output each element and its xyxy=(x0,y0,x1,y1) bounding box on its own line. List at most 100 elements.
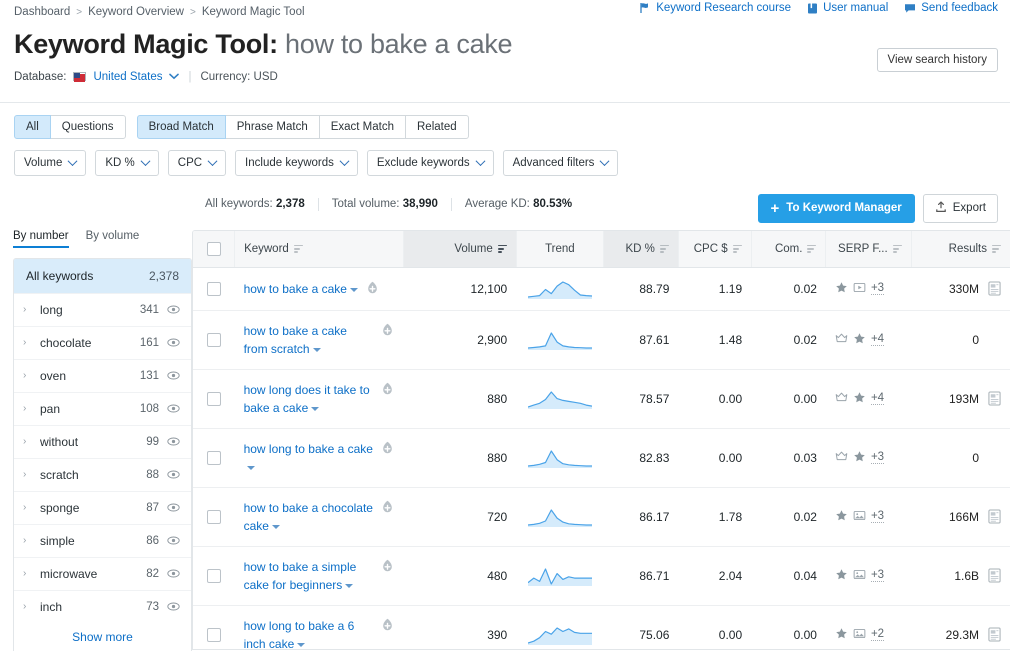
keyword-link[interactable]: how long does it take to bake a cake xyxy=(244,381,373,417)
send-feedback-link[interactable]: Send feedback xyxy=(904,2,998,14)
export-button[interactable]: Export xyxy=(922,193,998,223)
serp-more-link[interactable]: +3 xyxy=(870,510,885,524)
column-kd-label: KD % xyxy=(625,242,655,255)
eye-icon[interactable] xyxy=(167,369,180,382)
add-keyword-icon[interactable] xyxy=(380,323,395,338)
tab-exact-match[interactable]: Exact Match xyxy=(318,114,406,139)
eye-icon[interactable] xyxy=(167,600,180,613)
sidebar-item-pan[interactable]: › pan 108 xyxy=(14,391,191,425)
serp-more-link[interactable]: +4 xyxy=(870,333,885,347)
column-serp-features[interactable]: SERP F... xyxy=(825,230,912,268)
filter-include-keywords[interactable]: Include keywords xyxy=(235,149,358,176)
sidebar-item-all-keywords[interactable]: All keywords 2,378 xyxy=(14,258,191,293)
eye-icon[interactable] xyxy=(167,336,180,349)
chevron-down-icon[interactable] xyxy=(311,406,320,411)
serp-preview-icon[interactable] xyxy=(988,391,1001,406)
eye-icon[interactable] xyxy=(167,534,180,547)
eye-icon[interactable] xyxy=(167,402,180,415)
row-checkbox[interactable] xyxy=(206,332,221,347)
tab-questions[interactable]: Questions xyxy=(49,114,126,139)
keyword-link[interactable]: how long to bake a 6 inch cake xyxy=(244,617,373,649)
serp-more-link[interactable]: +2 xyxy=(870,628,885,642)
sidebar-item-chocolate[interactable]: › chocolate 161 xyxy=(14,325,191,359)
keyword-link[interactable]: how to bake a cake from scratch xyxy=(244,322,373,358)
eye-icon[interactable] xyxy=(167,435,180,448)
eye-icon[interactable] xyxy=(167,567,180,580)
row-checkbox[interactable] xyxy=(206,627,221,642)
filter-volume[interactable]: Volume xyxy=(14,149,87,176)
add-keyword-icon[interactable] xyxy=(380,441,395,456)
column-trend[interactable]: Trend xyxy=(515,230,604,268)
breadcrumb-dashboard[interactable]: Dashboard xyxy=(14,6,70,18)
database-value[interactable]: United States xyxy=(93,71,162,83)
chevron-down-icon[interactable] xyxy=(271,524,280,529)
keyword-link[interactable]: how to bake a simple cake for beginners xyxy=(244,558,373,594)
keyword-link[interactable]: how to bake a chocolate cake xyxy=(244,499,373,535)
eye-icon[interactable] xyxy=(167,303,180,316)
eye-icon[interactable] xyxy=(167,468,180,481)
column-com[interactable]: Com. xyxy=(750,230,826,268)
sidebar-item-scratch[interactable]: › scratch 88 xyxy=(14,457,191,491)
tab-all[interactable]: All xyxy=(14,114,51,139)
eye-icon[interactable] xyxy=(167,501,180,514)
breadcrumb-keyword-overview[interactable]: Keyword Overview xyxy=(88,6,184,18)
serp-more-link[interactable]: +3 xyxy=(870,282,885,296)
chevron-down-icon[interactable] xyxy=(169,71,180,83)
sidebar-item-inch[interactable]: › inch 73 xyxy=(14,589,191,623)
sidebar-item-simple[interactable]: › simple 86 xyxy=(14,523,191,557)
sidebar-item-without[interactable]: › without 99 xyxy=(14,424,191,458)
filter-advanced[interactable]: Advanced filters xyxy=(502,149,619,176)
filter-exclude-keywords[interactable]: Exclude keywords xyxy=(366,149,494,176)
add-keyword-icon[interactable] xyxy=(365,281,380,296)
sidebar-item-oven[interactable]: › oven 131 xyxy=(14,358,191,392)
tab-phrase-match[interactable]: Phrase Match xyxy=(224,114,320,139)
keyword-link[interactable]: how long to bake a cake xyxy=(244,440,373,476)
filter-cpc[interactable]: CPC xyxy=(167,149,227,176)
add-keyword-icon[interactable] xyxy=(380,500,395,515)
serp-preview-icon[interactable] xyxy=(988,568,1001,583)
add-keyword-icon[interactable] xyxy=(380,618,395,633)
chevron-down-icon[interactable] xyxy=(312,347,321,352)
select-all-checkbox[interactable] xyxy=(206,241,221,256)
add-keyword-icon[interactable] xyxy=(380,559,395,574)
to-keyword-manager-button[interactable]: + To Keyword Manager xyxy=(757,193,915,223)
serp-more-link[interactable]: +3 xyxy=(870,569,885,583)
user-manual-link[interactable]: User manual xyxy=(807,2,888,14)
serp-more-link[interactable]: +4 xyxy=(870,392,885,406)
serp-more-link[interactable]: +3 xyxy=(870,451,885,465)
view-search-history-button[interactable]: View search history xyxy=(876,48,998,72)
row-checkbox[interactable] xyxy=(206,509,221,524)
chevron-down-icon[interactable] xyxy=(345,583,354,588)
sidebar-sort-by-number[interactable]: By number xyxy=(13,230,69,248)
keyword-research-course-link[interactable]: Keyword Research course xyxy=(639,2,791,14)
chevron-right-icon: › xyxy=(23,469,27,481)
serp-preview-icon[interactable] xyxy=(988,509,1001,524)
keyword-link[interactable]: how to bake a cake xyxy=(244,280,358,298)
sidebar-show-more-link[interactable]: Show more xyxy=(72,630,133,644)
tab-related[interactable]: Related xyxy=(405,114,469,139)
breadcrumb-keyword-magic-tool[interactable]: Keyword Magic Tool xyxy=(202,6,305,18)
column-volume[interactable]: Volume xyxy=(403,230,517,268)
sidebar-item-microwave[interactable]: › microwave 82 xyxy=(14,556,191,590)
row-checkbox[interactable] xyxy=(206,568,221,583)
tab-broad-match[interactable]: Broad Match xyxy=(136,114,226,139)
filter-kd[interactable]: KD % xyxy=(95,149,159,176)
column-kd[interactable]: KD % xyxy=(603,230,679,268)
sidebar-sort-by-volume[interactable]: By volume xyxy=(86,230,140,248)
row-checkbox[interactable] xyxy=(206,391,221,406)
chevron-down-icon[interactable] xyxy=(349,287,358,292)
serp-preview-icon[interactable] xyxy=(988,627,1001,642)
column-results[interactable]: Results xyxy=(910,230,1010,268)
chevron-down-icon[interactable] xyxy=(246,465,255,470)
row-checkbox[interactable] xyxy=(206,450,221,465)
column-cpc[interactable]: CPC $ xyxy=(677,230,752,268)
sidebar-item-long[interactable]: › long 341 xyxy=(14,292,191,326)
serp-preview-icon[interactable] xyxy=(988,281,1001,296)
add-keyword-icon[interactable] xyxy=(380,382,395,397)
sidebar-show-more[interactable]: Show more xyxy=(14,623,191,651)
chevron-down-icon[interactable] xyxy=(297,642,306,647)
row-checkbox[interactable] xyxy=(206,281,221,296)
column-keyword[interactable]: Keyword xyxy=(234,230,404,268)
serp-preview-placeholder xyxy=(988,450,1001,465)
sidebar-item-sponge[interactable]: › sponge 87 xyxy=(14,490,191,524)
